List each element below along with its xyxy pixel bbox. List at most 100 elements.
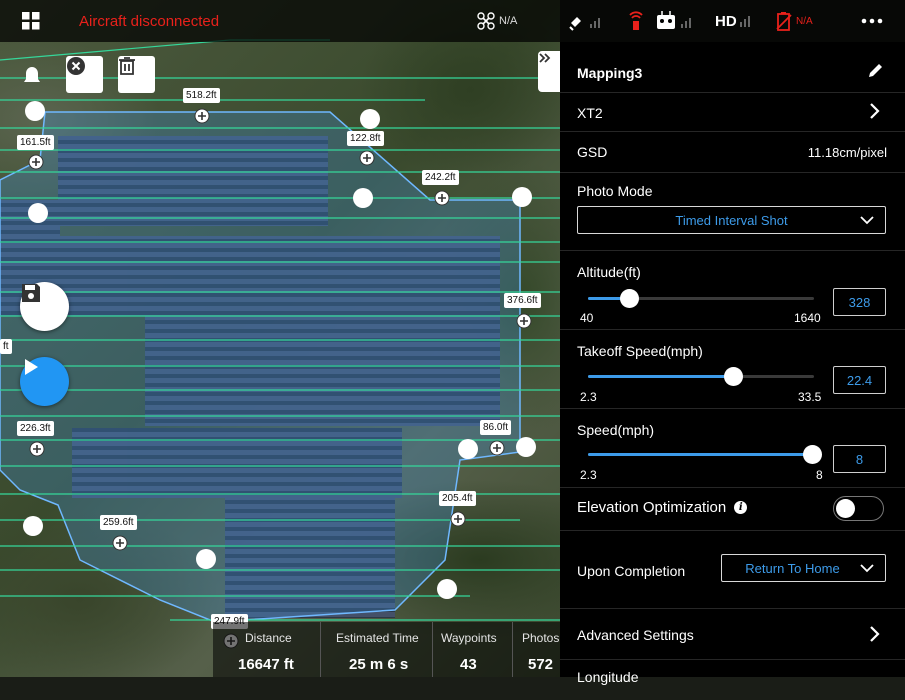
waypoint xyxy=(25,101,45,121)
mission-name: Mapping3 xyxy=(577,65,643,81)
start-mission-button[interactable] xyxy=(20,357,69,406)
speed-slider-handle[interactable] xyxy=(803,445,822,464)
takeoff-speed-slider-fill xyxy=(588,375,733,378)
longitude-row[interactable]: Longitude xyxy=(560,660,905,700)
stat-value: 572 xyxy=(528,656,554,673)
takeoff-speed-label: Takeoff Speed(mph) xyxy=(577,343,703,359)
delete-button[interactable] xyxy=(118,56,155,93)
photo-mode-value: Timed Interval Shot xyxy=(675,212,788,228)
stat-estimated-time: Estimated Time 25 m 6 s xyxy=(320,622,433,677)
pencil-icon[interactable] xyxy=(867,62,884,79)
segment-distance-label: 259.6ft xyxy=(100,515,137,530)
waypoint xyxy=(512,187,532,207)
info-icon[interactable]: i xyxy=(734,501,748,514)
stat-photos: Photos 572 xyxy=(512,622,560,677)
waypoint xyxy=(196,549,216,569)
bell-icon[interactable] xyxy=(20,64,44,88)
segment-distance-label: 122.8ft xyxy=(347,131,384,146)
speed-input[interactable]: 8 xyxy=(833,445,886,473)
longitude-label: Longitude xyxy=(577,669,639,685)
elevation-optimization-text: Elevation Optimization xyxy=(577,499,727,516)
menu-button[interactable] xyxy=(22,0,40,42)
segment-distance-label: ft xyxy=(0,339,12,354)
waypoint xyxy=(23,516,43,536)
close-circle-icon xyxy=(67,57,85,75)
hd-signal-status[interactable]: HD xyxy=(715,0,755,42)
speed-slider[interactable] xyxy=(588,445,822,464)
stat-waypoints: Waypoints 43 xyxy=(432,622,513,677)
segment-distance-label: 86.0ft xyxy=(480,420,512,435)
segment-distance-label: 205.4ft xyxy=(439,491,476,506)
takeoff-speed-input[interactable]: 22.4 xyxy=(833,366,886,394)
segment-distance-label: 242.2ft xyxy=(422,170,459,185)
altitude-slider[interactable] xyxy=(588,289,814,308)
mission-name-row[interactable]: Mapping3 xyxy=(560,42,905,93)
drone-status[interactable]: N/A xyxy=(477,0,517,42)
waypoint xyxy=(353,188,373,208)
speed-slider-fill xyxy=(588,453,812,456)
stat-label: Distance xyxy=(245,631,292,645)
stat-distance: Distance 16647 ft xyxy=(213,622,320,677)
save-button[interactable] xyxy=(20,282,69,331)
drone-signal-value: N/A xyxy=(499,15,518,27)
speed-row: Speed(mph) 2.3 8 8 xyxy=(560,409,905,488)
altitude-slider-handle[interactable] xyxy=(619,289,639,308)
play-icon xyxy=(25,359,38,375)
speed-max: 8 xyxy=(816,468,823,482)
satellite-status[interactable] xyxy=(568,0,604,42)
waypoint xyxy=(28,203,48,223)
hd-label: HD xyxy=(715,12,737,30)
upon-completion-value: Return To Home xyxy=(745,560,840,576)
hd-signal-icon xyxy=(739,16,750,27)
chevron-down-icon xyxy=(860,564,874,573)
takeoff-speed-max: 33.5 xyxy=(798,390,822,404)
altitude-row: Altitude(ft) 40 1640 328 xyxy=(560,251,905,330)
photo-mode-label: Photo Mode xyxy=(577,183,653,199)
chevron-down-icon xyxy=(860,216,874,225)
gsd-value: 11.18cm/pixel xyxy=(807,145,887,160)
chevron-right-icon xyxy=(870,103,880,119)
segment-distance-label: 518.2ft xyxy=(183,88,220,103)
takeoff-speed-slider[interactable] xyxy=(588,367,814,386)
remote-signal-status[interactable] xyxy=(627,0,645,42)
takeoff-speed-slider-handle[interactable] xyxy=(723,367,743,386)
collapse-panel-button[interactable] xyxy=(538,51,560,92)
upon-completion-label: Upon Completion xyxy=(577,563,686,579)
battery-status[interactable]: N/A xyxy=(775,0,813,42)
map-view[interactable]: 518.2ft 161.5ft 122.8ft 242.2ft 376.6ft … xyxy=(0,0,560,677)
photo-mode-select[interactable]: Timed Interval Shot xyxy=(577,206,886,234)
battery-icon xyxy=(776,12,792,31)
satellite-icon xyxy=(569,17,600,31)
elevation-optimization-row: Elevation Optimization i xyxy=(560,488,905,531)
chevron-double-right-icon xyxy=(539,53,551,63)
save-icon xyxy=(22,284,40,302)
map-overlay xyxy=(0,39,560,649)
advanced-settings-row[interactable]: Advanced Settings xyxy=(560,609,905,660)
mission-stats-bar: Distance 16647 ft Estimated Time 25 m 6 … xyxy=(213,622,560,677)
gsd-row: GSD 11.18cm/pixel xyxy=(560,132,905,173)
camera-label: XT2 xyxy=(577,105,603,121)
battery-value: N/A xyxy=(796,15,813,27)
controller-status[interactable] xyxy=(656,0,696,42)
altitude-input[interactable]: 328 xyxy=(833,288,886,316)
toggle-knob xyxy=(836,499,855,518)
more-icon xyxy=(861,18,883,24)
waypoint xyxy=(437,579,457,599)
elevation-optimization-toggle[interactable] xyxy=(833,496,884,521)
controller-icon xyxy=(657,11,691,29)
chevron-right-icon xyxy=(870,626,880,642)
more-button[interactable] xyxy=(861,0,883,42)
photo-mode-row: Photo Mode Timed Interval Shot xyxy=(560,173,905,251)
top-status-bar: Aircraft disconnected N/A HD N/A xyxy=(0,0,905,42)
cancel-mission-button[interactable] xyxy=(66,56,103,93)
stat-label: Estimated Time xyxy=(336,631,419,645)
segment-distance-label: 376.6ft xyxy=(504,293,541,308)
advanced-settings-label: Advanced Settings xyxy=(577,627,694,643)
grid-icon xyxy=(22,12,40,30)
upon-completion-select[interactable]: Return To Home xyxy=(721,554,886,582)
camera-row[interactable]: XT2 xyxy=(560,93,905,132)
drone-icon xyxy=(477,12,495,30)
stat-label: Photos xyxy=(522,631,560,645)
takeoff-speed-min: 2.3 xyxy=(580,390,597,404)
trash-icon xyxy=(119,57,135,75)
